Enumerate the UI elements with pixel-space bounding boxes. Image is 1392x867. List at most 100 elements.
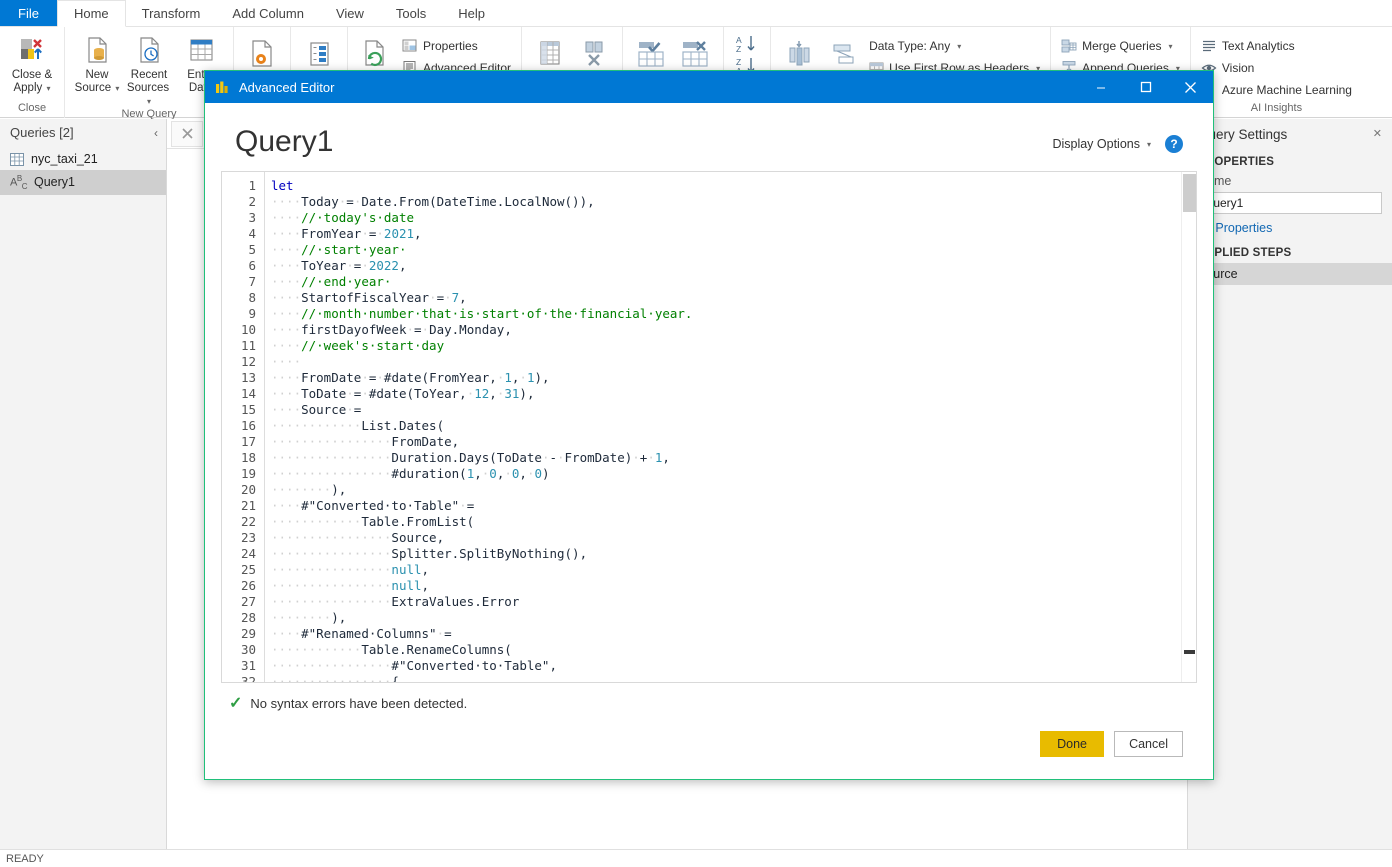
close-apply-icon — [17, 33, 47, 67]
chevron-down-icon: ▾ — [1147, 140, 1151, 149]
code-line[interactable]: ················null, — [265, 562, 1196, 578]
refresh-icon — [359, 37, 393, 71]
code-line[interactable]: ················Duration.Days(ToDate·-·F… — [265, 450, 1196, 466]
scrollbar-thumb[interactable] — [1183, 174, 1196, 212]
properties-label: Properties — [423, 39, 478, 53]
code-lines[interactable]: let····Today·=·Date.From(DateTime.LocalN… — [264, 172, 1196, 682]
formula-bar-close-button[interactable] — [171, 121, 203, 147]
code-line[interactable]: ····#"Converted·to·Table"·= — [265, 498, 1196, 514]
code-line[interactable]: ····//·week's·start·day — [265, 338, 1196, 354]
line-number: 24 — [222, 546, 256, 562]
code-line[interactable]: ····StartofFiscalYear·=·7, — [265, 290, 1196, 306]
done-button[interactable]: Done — [1040, 731, 1104, 757]
query-settings-title-row: Query Settings ✕ — [1188, 127, 1392, 152]
tab-tools[interactable]: Tools — [380, 0, 442, 26]
ribbon-group-ai-insights: Text Analytics Vision Azure Machine Lear… — [1190, 27, 1362, 118]
code-line[interactable]: ····ToYear·=·2022, — [265, 258, 1196, 274]
queries-pane-header: Queries [2] ‹ — [0, 119, 166, 148]
display-options-dropdown[interactable]: Display Options ▾ — [1052, 137, 1151, 151]
code-line[interactable]: ········), — [265, 482, 1196, 498]
code-line[interactable]: ····Source·= — [265, 402, 1196, 418]
code-line[interactable]: ····FromDate·=·#date(FromYear,·1,·1), — [265, 370, 1196, 386]
tab-file[interactable]: File — [0, 0, 57, 26]
syntax-status-row: ✓ No syntax errors have been detected. — [205, 683, 1213, 713]
line-number: 5 — [222, 242, 256, 258]
code-line[interactable]: ················FromDate, — [265, 434, 1196, 450]
code-editor[interactable]: 1234567891011121314151617181920212223242… — [222, 172, 1196, 682]
editor-vertical-scrollbar[interactable] — [1181, 172, 1196, 682]
line-number: 19 — [222, 466, 256, 482]
code-line[interactable]: ····//·start·year· — [265, 242, 1196, 258]
code-line[interactable]: ····ToDate·=·#date(ToYear,·12,·31), — [265, 386, 1196, 402]
applied-step-source[interactable]: Source — [1188, 263, 1392, 285]
line-number: 4 — [222, 226, 256, 242]
queries-count-label: Queries [2] — [10, 125, 74, 140]
tab-help[interactable]: Help — [442, 0, 501, 26]
code-line[interactable]: ····firstDayofWeek·=·Day.Monday, — [265, 322, 1196, 338]
code-line[interactable]: let — [265, 178, 1196, 194]
code-line[interactable]: ················Source, — [265, 530, 1196, 546]
dialog-title-bar[interactable]: Advanced Editor — [205, 71, 1213, 103]
minimize-button[interactable] — [1078, 71, 1123, 103]
code-line[interactable]: ····#"Renamed·Columns"·= — [265, 626, 1196, 642]
query-list-item-nyc-taxi-21[interactable]: nyc_taxi_21 — [0, 148, 166, 170]
line-number: 32 — [222, 674, 256, 682]
code-editor-container[interactable]: 1234567891011121314151617181920212223242… — [221, 171, 1197, 683]
maximize-button[interactable] — [1123, 71, 1168, 103]
tab-view[interactable]: View — [320, 0, 380, 26]
azure-machine-learning-button[interactable]: Azure Machine Learning — [1197, 79, 1356, 101]
merge-queries-button[interactable]: Merge Queries ▾ — [1057, 35, 1184, 57]
checkmark-icon: ✓ — [229, 693, 242, 713]
cancel-button[interactable]: Cancel — [1114, 731, 1183, 757]
all-properties-link[interactable]: All Properties — [1188, 218, 1392, 243]
applied-steps-section-header: APPLIED STEPS — [1188, 243, 1392, 263]
code-line[interactable]: ················{ — [265, 674, 1196, 682]
line-number: 30 — [222, 642, 256, 658]
close-button[interactable] — [1168, 71, 1213, 103]
new-source-icon — [82, 33, 112, 67]
line-number: 29 — [222, 626, 256, 642]
vision-button[interactable]: Vision — [1197, 57, 1356, 79]
chevron-left-icon[interactable]: ‹ — [154, 126, 158, 140]
query-list-item-query1[interactable]: ABC Query1 — [0, 170, 166, 195]
close-and-apply-button[interactable]: Close &Apply ▾ — [6, 31, 58, 95]
code-line[interactable]: ················Splitter.SplitByNothing(… — [265, 546, 1196, 562]
sort-ascending-button[interactable]: A Z — [730, 33, 764, 55]
name-field-label: Name — [1188, 172, 1392, 190]
chevron-down-icon: ▾ — [113, 84, 119, 93]
code-line[interactable]: ················null, — [265, 578, 1196, 594]
close-icon[interactable]: ✕ — [1373, 127, 1382, 142]
code-line[interactable]: ············Table.FromList( — [265, 514, 1196, 530]
code-line[interactable]: ········), — [265, 610, 1196, 626]
properties-button[interactable]: Properties — [398, 35, 515, 57]
code-line[interactable]: ················ExtraValues.Error — [265, 594, 1196, 610]
help-button[interactable]: ? — [1165, 135, 1183, 153]
code-line[interactable]: ····//·month·number·that·is·start·of·the… — [265, 306, 1196, 322]
data-type-dropdown[interactable]: Data Type: Any ▾ — [865, 35, 1044, 57]
code-line[interactable]: ············List.Dates( — [265, 418, 1196, 434]
query-name-input[interactable]: Query1 — [1198, 192, 1382, 214]
code-line[interactable]: ············Table.RenameColumns( — [265, 642, 1196, 658]
line-number: 20 — [222, 482, 256, 498]
code-line[interactable]: ····FromYear·=·2021, — [265, 226, 1196, 242]
code-line[interactable]: ················#"Converted·to·Table", — [265, 658, 1196, 674]
tab-home[interactable]: Home — [57, 0, 126, 27]
group-title-ai-insights: AI Insights — [1197, 102, 1356, 118]
azure-ml-label: Azure Machine Learning — [1222, 83, 1352, 97]
code-line[interactable]: ···· — [265, 354, 1196, 370]
line-number: 14 — [222, 386, 256, 402]
enter-data-icon — [186, 33, 216, 67]
code-line[interactable]: ····//·end·year· — [265, 274, 1196, 290]
tab-transform[interactable]: Transform — [126, 0, 217, 26]
dialog-button-row: Done Cancel — [205, 713, 1213, 779]
new-source-button[interactable]: NewSource ▾ — [71, 31, 123, 95]
tab-add-column[interactable]: Add Column — [216, 0, 320, 26]
code-line[interactable]: ················#duration(1,·0,·0,·0) — [265, 466, 1196, 482]
text-analytics-button[interactable]: Text Analytics — [1197, 35, 1356, 57]
line-number: 23 — [222, 530, 256, 546]
line-number: 28 — [222, 610, 256, 626]
group-by-icon — [826, 37, 860, 71]
recent-sources-button[interactable]: RecentSources ▾ — [123, 31, 175, 108]
code-line[interactable]: ····Today·=·Date.From(DateTime.LocalNow(… — [265, 194, 1196, 210]
code-line[interactable]: ····//·today's·date — [265, 210, 1196, 226]
